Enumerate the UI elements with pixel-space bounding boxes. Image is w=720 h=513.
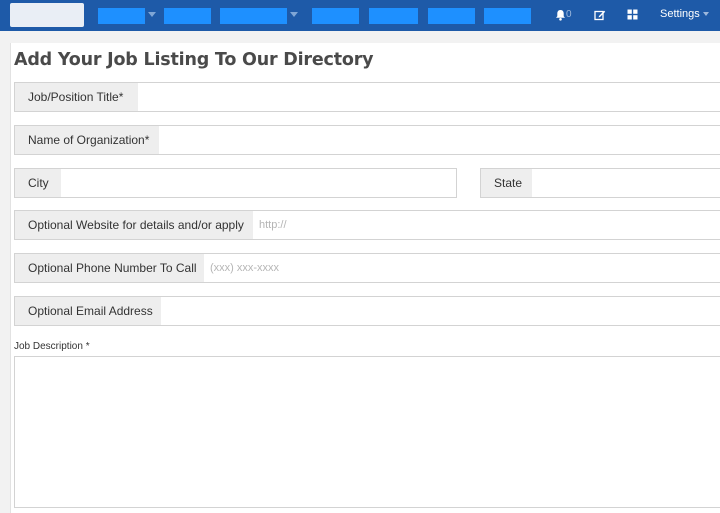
settings-menu[interactable]: Settings	[660, 8, 700, 20]
website-label: Optional Website for details and/or appl…	[14, 210, 254, 240]
email-label: Optional Email Address	[14, 296, 162, 326]
chevron-down-icon[interactable]	[703, 12, 709, 16]
phone-label: Optional Phone Number To Call	[14, 253, 205, 283]
nav-item-5[interactable]	[369, 8, 418, 24]
website-input[interactable]	[253, 210, 720, 240]
notification-count: 0	[566, 9, 572, 20]
chevron-down-icon[interactable]	[148, 12, 156, 17]
job-title-label: Job/Position Title*	[14, 82, 139, 112]
state-input[interactable]	[532, 168, 720, 198]
phone-input[interactable]	[204, 253, 720, 283]
job-title-input[interactable]	[138, 82, 720, 112]
nav-item-3[interactable]	[220, 8, 287, 24]
nav-item-6[interactable]	[428, 8, 475, 24]
organization-label: Name of Organization*	[14, 125, 160, 155]
site-logo[interactable]	[10, 3, 84, 27]
grid-icon[interactable]	[627, 9, 638, 23]
job-description-label: Job Description *	[14, 341, 90, 352]
nav-item-4[interactable]	[312, 8, 359, 24]
organization-input[interactable]	[159, 125, 720, 155]
top-nav-bar: 0 Settings	[0, 0, 720, 31]
page-title: Add Your Job Listing To Our Directory	[14, 50, 374, 70]
edit-icon[interactable]	[594, 9, 606, 24]
nav-item-1[interactable]	[98, 8, 145, 24]
city-label: City	[14, 168, 62, 198]
state-label: State	[480, 168, 533, 198]
city-input[interactable]	[61, 168, 457, 198]
bell-icon[interactable]	[555, 9, 566, 24]
nav-item-7[interactable]	[484, 8, 531, 24]
chevron-down-icon[interactable]	[290, 12, 298, 17]
email-input[interactable]	[161, 296, 720, 326]
job-description-textarea[interactable]	[14, 356, 720, 508]
nav-item-2[interactable]	[164, 8, 211, 24]
